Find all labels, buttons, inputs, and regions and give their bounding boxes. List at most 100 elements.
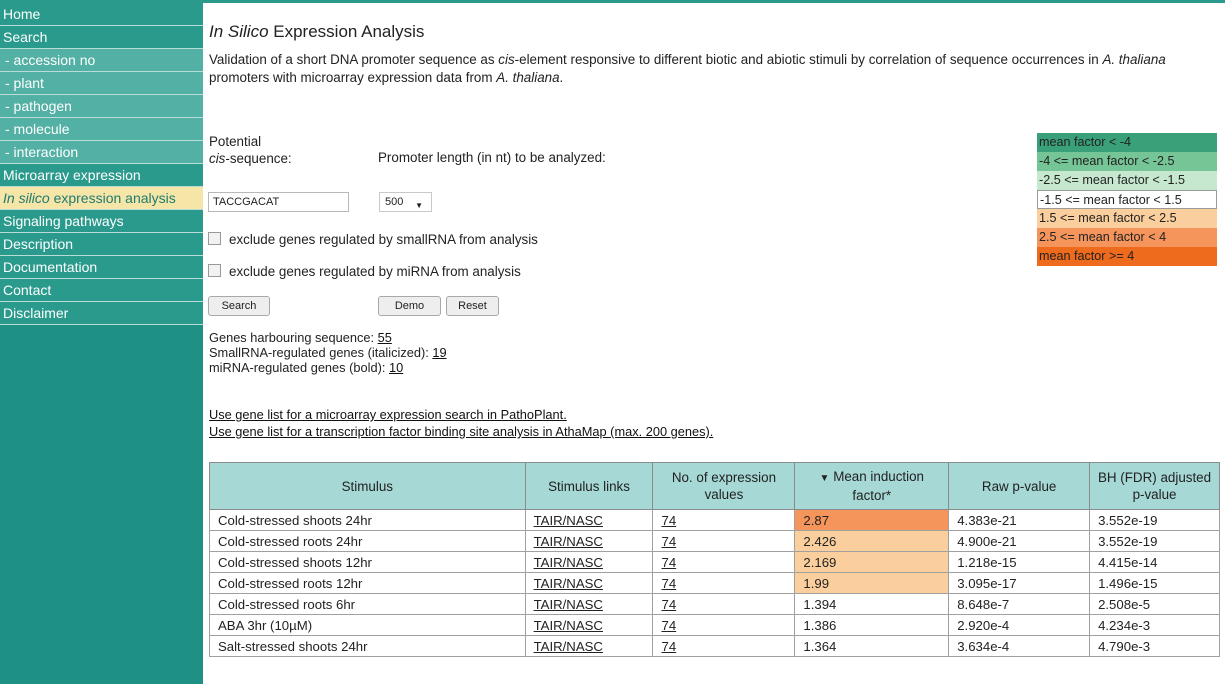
sequence-input[interactable] — [208, 192, 349, 212]
cell-expression-count-anchor[interactable]: 74 — [661, 513, 676, 528]
cell-expression-count: 74 — [652, 635, 796, 657]
genes-harbouring-row: Genes harbouring sequence: 55 — [209, 330, 447, 345]
chevron-down-icon: ▼ — [415, 201, 423, 210]
cell-stimulus-link-anchor[interactable]: TAIR/NASC — [534, 576, 603, 591]
cell-raw-p-value: 3.095e-17 — [948, 572, 1091, 594]
intro-part: -element responsive to different biotic … — [514, 52, 1103, 67]
cell-expression-count-anchor[interactable]: 74 — [661, 618, 676, 633]
intro-part: promoters with microarray expression dat… — [209, 70, 497, 85]
col-expression-values[interactable]: No. of expression values — [652, 462, 796, 510]
cell-stimulus-link-anchor[interactable]: TAIR/NASC — [534, 639, 603, 654]
main-content: In Silico Expression Analysis Validation… — [207, 3, 1225, 684]
cell-expression-count: 74 — [652, 572, 796, 594]
sequence-label-italic: cis — [209, 151, 226, 166]
demo-button[interactable]: Demo — [378, 296, 441, 316]
table-row: Salt-stressed shoots 24hr TAIR/NASC 74 1.36… — [209, 635, 1220, 657]
cell-bh-p-value: 4.415e-14 — [1089, 551, 1220, 573]
cell-expression-count-anchor[interactable]: 74 — [661, 576, 676, 591]
cell-expression-count-anchor[interactable]: 74 — [661, 555, 676, 570]
nav-search-pathogen[interactable]: - pathogen — [0, 95, 203, 118]
smallrna-genes-row: SmallRNA-regulated genes (italicized): 1… — [209, 345, 447, 360]
nav-search-interaction[interactable]: - interaction — [0, 141, 203, 164]
cell-stimulus: Cold-stressed roots 24hr — [209, 530, 526, 552]
exclude-smallrna-row: exclude genes regulated by smallRNA from… — [208, 232, 538, 247]
legend-item: mean factor < -4 — [1037, 133, 1217, 152]
intro-text: Validation of a short DNA promoter seque… — [209, 51, 1221, 87]
cell-raw-p-value: 4.900e-21 — [948, 530, 1091, 552]
page-title: In Silico Expression Analysis — [209, 22, 424, 42]
results-table: Stimulus Stimulus links No. of expressio… — [209, 462, 1220, 657]
nav-documentation[interactable]: Documentation — [0, 256, 203, 279]
mirna-genes-row: miRNA-regulated genes (bold): 10 — [209, 360, 447, 375]
cell-bh-p-value: 1.496e-15 — [1089, 572, 1220, 594]
cell-raw-p-value: 8.648e-7 — [948, 593, 1091, 615]
table-row: Cold-stressed roots 12hr TAIR/NASC 74 1.99 3… — [209, 572, 1220, 594]
cell-mean-induction: 1.394 — [794, 593, 950, 615]
nav-disclaimer[interactable]: Disclaimer — [0, 302, 203, 325]
intro-part: cis — [498, 52, 515, 67]
cell-expression-count-anchor[interactable]: 74 — [661, 534, 676, 549]
cell-stimulus-link: TAIR/NASC — [524, 635, 654, 657]
cell-stimulus-link-anchor[interactable]: TAIR/NASC — [534, 555, 603, 570]
nav-description[interactable]: Description — [0, 233, 203, 256]
pathoplant-link[interactable]: Use gene list for a microarray expressio… — [209, 407, 567, 422]
promoter-length-select[interactable]: 500 ▼ — [379, 192, 432, 212]
nav-in-silico-expression[interactable]: In silico expression analysis — [0, 187, 203, 210]
mirna-genes-link[interactable]: 10 — [389, 360, 403, 375]
cell-stimulus: Cold-stressed roots 12hr — [209, 572, 526, 594]
cell-expression-count-anchor[interactable]: 74 — [661, 597, 676, 612]
nav-search-plant[interactable]: - plant — [0, 72, 203, 95]
nav-contact[interactable]: Contact — [0, 279, 203, 302]
nav-home[interactable]: Home — [0, 3, 203, 26]
cell-stimulus: Cold-stressed shoots 24hr — [209, 509, 526, 531]
search-button[interactable]: Search — [208, 296, 270, 316]
exclude-smallrna-checkbox[interactable] — [208, 232, 221, 245]
cell-expression-count: 74 — [652, 509, 796, 531]
intro-part: A. thaliana — [1102, 52, 1166, 67]
col-bh-adjusted[interactable]: BH (FDR) adjusted p-value — [1089, 462, 1220, 510]
col-raw-p-value[interactable]: Raw p-value — [948, 462, 1091, 510]
reset-button[interactable]: Reset — [446, 296, 499, 316]
smallrna-genes-link[interactable]: 19 — [432, 345, 446, 360]
cell-stimulus-link-anchor[interactable]: TAIR/NASC — [534, 534, 603, 549]
cell-mean-induction: 2.169 — [794, 551, 950, 573]
nav-microarray-expression[interactable]: Microarray expression — [0, 164, 203, 187]
intro-part: Validation of a short DNA promoter seque… — [209, 52, 499, 67]
cell-stimulus-link: TAIR/NASC — [524, 530, 654, 552]
col-mean-induction[interactable]: ▼ Mean induction factor* — [794, 462, 950, 510]
color-legend: mean factor < -4 -4 <= mean factor < -2.5… — [1037, 133, 1217, 266]
exclude-mirna-label: exclude genes regulated by miRNA from an… — [229, 264, 521, 279]
results-body: Cold-stressed shoots 24hr TAIR/NASC 74 2.87… — [209, 509, 1220, 657]
cell-expression-count-anchor[interactable]: 74 — [661, 639, 676, 654]
exclude-mirna-checkbox[interactable] — [208, 264, 221, 277]
cell-expression-count: 74 — [652, 530, 796, 552]
cell-stimulus-link-anchor[interactable]: TAIR/NASC — [534, 513, 603, 528]
cell-stimulus-link-anchor[interactable]: TAIR/NASC — [534, 618, 603, 633]
exclude-smallrna-label: exclude genes regulated by smallRNA from… — [229, 232, 538, 247]
nav-in-silico-rest: expression analysis — [49, 190, 176, 206]
nav-search-accession[interactable]: - accession no — [0, 49, 203, 72]
legend-item: -2.5 <= mean factor < -1.5 — [1037, 171, 1217, 190]
table-row: Cold-stressed roots 24hr TAIR/NASC 74 2.426… — [209, 530, 1220, 552]
cell-mean-induction: 1.99 — [794, 572, 950, 594]
genes-harbouring-link[interactable]: 55 — [378, 330, 392, 345]
cell-stimulus-link: TAIR/NASC — [524, 551, 654, 573]
sidebar-nav: Home Search - accession no - plant - pat… — [0, 3, 203, 684]
nav-search-molecule[interactable]: - molecule — [0, 118, 203, 141]
cell-bh-p-value: 3.552e-19 — [1089, 530, 1220, 552]
nav-signaling-pathways[interactable]: Signaling pathways — [0, 210, 203, 233]
col-mean-induction-label: Mean induction factor* — [833, 469, 925, 503]
mirna-genes-label: miRNA-regulated genes (bold): — [209, 360, 389, 375]
nav-search[interactable]: Search — [0, 26, 203, 49]
cell-raw-p-value: 3.634e-4 — [948, 635, 1091, 657]
genes-harbouring-label: Genes harbouring sequence: — [209, 330, 378, 345]
smallrna-genes-label: SmallRNA-regulated genes (italicized): — [209, 345, 433, 360]
cell-expression-count: 74 — [652, 593, 796, 615]
col-stimulus: Stimulus — [209, 462, 526, 510]
result-stats: Genes harbouring sequence: 55 SmallRNA-r… — [209, 330, 447, 375]
athamap-link[interactable]: Use gene list for a transcription factor… — [209, 424, 713, 439]
cell-stimulus-link-anchor[interactable]: TAIR/NASC — [534, 597, 603, 612]
cell-stimulus-link: TAIR/NASC — [524, 614, 654, 636]
legend-item: -4 <= mean factor < -2.5 — [1037, 152, 1217, 171]
cell-bh-p-value: 4.234e-3 — [1089, 614, 1220, 636]
